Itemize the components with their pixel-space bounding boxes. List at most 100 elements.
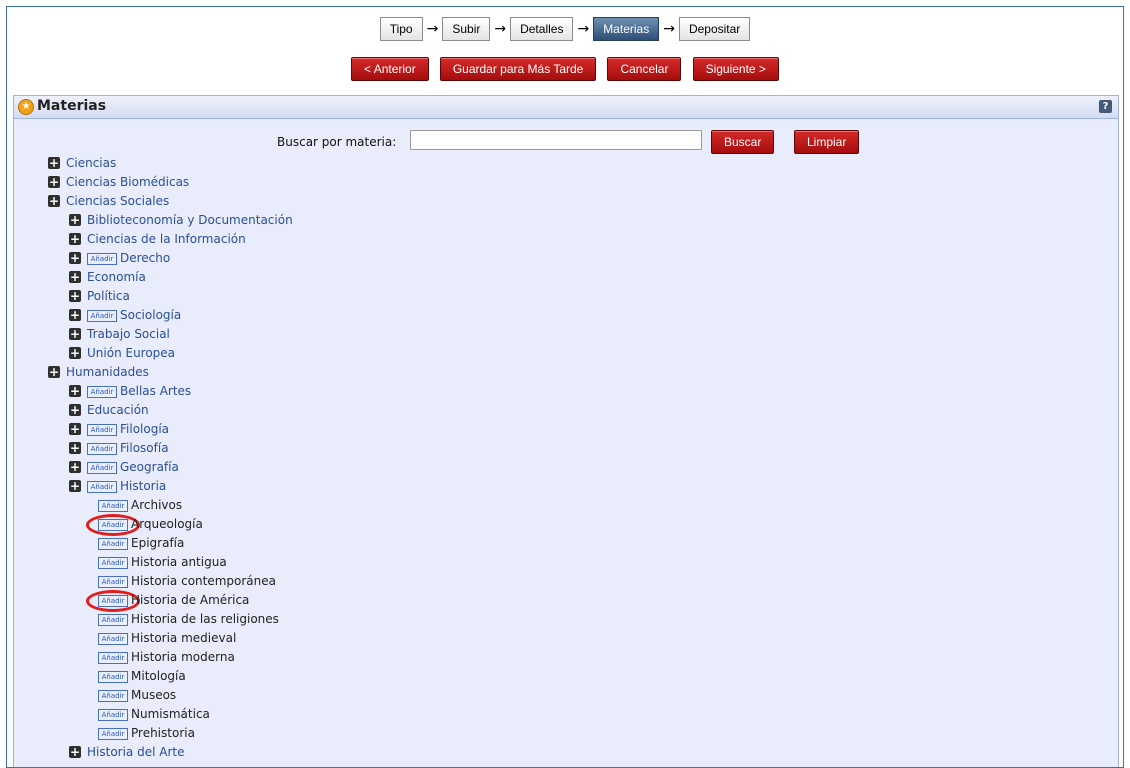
tree-node: Añadir Arqueología <box>14 514 1118 536</box>
help-icon[interactable]: ? <box>1099 100 1112 113</box>
add-subject-button[interactable]: Añadir <box>87 481 117 493</box>
tree-node: + Añadir Historia <box>14 477 1118 496</box>
tree-node-label[interactable]: Historia moderna <box>131 648 235 667</box>
tree-node-label[interactable]: Filología <box>120 420 169 439</box>
tree-node-label[interactable]: Sociología <box>120 306 181 325</box>
expand-icon[interactable]: + <box>69 214 81 226</box>
arrow-right-icon: → <box>426 21 439 37</box>
expand-icon[interactable]: + <box>69 746 81 758</box>
clear-button[interactable]: Limpiar <box>794 130 860 154</box>
tree-node-label[interactable]: Historia medieval <box>131 629 236 648</box>
tree-node-label[interactable]: Filosofía <box>120 439 169 458</box>
expand-icon[interactable]: + <box>69 480 81 492</box>
tree-node-label[interactable]: Archivos <box>131 496 182 515</box>
expand-icon[interactable]: + <box>69 404 81 416</box>
add-subject-button[interactable]: Añadir <box>98 633 128 645</box>
expand-icon[interactable]: + <box>69 347 81 359</box>
step-subir[interactable]: Subir <box>442 17 491 41</box>
add-subject-button[interactable]: Añadir <box>98 690 128 702</box>
tree-node-label[interactable]: Biblioteconomía y Documentación <box>87 211 293 230</box>
tree-node-label[interactable]: Bellas Artes <box>120 382 191 401</box>
tree-node-label[interactable]: Mitología <box>131 667 186 686</box>
step-detalles[interactable]: Detalles <box>510 17 574 41</box>
tree-node-label[interactable]: Derecho <box>120 249 170 268</box>
tree-node-label[interactable]: Humanidades <box>66 363 149 382</box>
add-subject-button[interactable]: Añadir <box>98 671 128 683</box>
save-later-button[interactable]: Guardar para Más Tarde <box>439 57 597 81</box>
tree-node: Añadir Prehistoria <box>14 724 1118 743</box>
add-subject-button[interactable]: Añadir <box>87 462 117 474</box>
expand-icon[interactable]: + <box>69 271 81 283</box>
tree-node: + Humanidades <box>14 363 1118 382</box>
tree-node-label[interactable]: Ciencias Biomédicas <box>66 173 189 192</box>
tree-node-label[interactable]: Educación <box>87 401 149 420</box>
tree-node-label[interactable]: Arqueología <box>131 515 203 534</box>
add-subject-button[interactable]: Añadir <box>98 728 128 740</box>
tree-node-label[interactable]: Historia <box>120 477 166 496</box>
add-subject-button[interactable]: Añadir <box>98 709 128 721</box>
step-materias[interactable]: Materias <box>593 17 660 41</box>
add-subject-button[interactable]: Añadir <box>98 538 128 550</box>
expand-icon[interactable]: + <box>69 328 81 340</box>
tree-node-label[interactable]: Geografía <box>120 458 179 477</box>
expand-icon[interactable]: + <box>69 423 81 435</box>
tree-node: + Unión Europea <box>14 344 1118 363</box>
tree-node-label[interactable]: Historia de las religiones <box>131 610 279 629</box>
tree-node-label[interactable]: Política <box>87 287 130 306</box>
expand-icon[interactable]: + <box>48 157 60 169</box>
tree-node: Añadir Numismática <box>14 705 1118 724</box>
panel-header: ★ Materias ? <box>14 96 1118 119</box>
add-subject-button[interactable]: Añadir <box>98 652 128 664</box>
tree-node-label[interactable]: Ciencias Sociales <box>66 192 169 211</box>
search-button[interactable]: Buscar <box>711 130 775 154</box>
add-subject-button[interactable]: Añadir <box>87 424 117 436</box>
next-button[interactable]: Siguiente > <box>692 57 779 81</box>
expand-icon[interactable]: + <box>69 290 81 302</box>
previous-button[interactable]: < Anterior <box>351 57 429 81</box>
tree-node-label[interactable]: Numismática <box>131 705 210 724</box>
expand-icon[interactable]: + <box>69 309 81 321</box>
arrow-right-icon: → <box>577 21 590 37</box>
add-subject-button[interactable]: Añadir <box>98 500 128 512</box>
tree-node-label[interactable]: Historia antigua <box>131 553 227 572</box>
add-subject-button[interactable]: Añadir <box>87 386 117 398</box>
tree-node-label[interactable]: Museos <box>131 686 176 705</box>
tree-node-label[interactable]: Historia de América <box>131 591 249 610</box>
expand-icon[interactable]: + <box>48 195 60 207</box>
add-subject-button[interactable]: Añadir <box>98 614 128 626</box>
tree-node-label[interactable]: Unión Europea <box>87 344 175 363</box>
tree-node-label[interactable]: Ciencias <box>66 154 116 173</box>
star-icon: ★ <box>18 99 34 115</box>
add-subject-button[interactable]: Añadir <box>98 576 128 588</box>
step-depositar[interactable]: Depositar <box>678 17 751 41</box>
subjects-panel: ★ Materias ? Buscar por materia: Buscar … <box>13 95 1119 767</box>
add-subject-button[interactable]: Añadir <box>87 310 117 322</box>
tree-node-label[interactable]: Ciencias de la Información <box>87 230 246 249</box>
tree-node: + Añadir Geografía <box>14 458 1118 477</box>
search-input[interactable] <box>410 130 702 150</box>
expand-icon[interactable]: + <box>69 252 81 264</box>
action-bar: < Anterior Guardar para Más Tarde Cancel… <box>7 57 1123 81</box>
add-subject-button[interactable]: Añadir <box>87 253 117 265</box>
add-subject-button[interactable]: Añadir <box>87 443 117 455</box>
panel-title: Materias <box>37 98 107 114</box>
tree-node-label[interactable]: Epigrafía <box>131 534 184 553</box>
step-tipo[interactable]: Tipo <box>379 17 423 41</box>
expand-icon[interactable]: + <box>69 442 81 454</box>
tree-node-label[interactable]: Prehistoria <box>131 724 195 743</box>
expand-icon[interactable]: + <box>48 366 60 378</box>
tree-node-label[interactable]: Trabajo Social <box>87 325 170 344</box>
tree-node-label[interactable]: Historia del Arte <box>87 743 184 762</box>
tree-node-label[interactable]: Economía <box>87 268 146 287</box>
expand-icon[interactable]: + <box>69 461 81 473</box>
tree-node: Añadir Historia moderna <box>14 648 1118 667</box>
cancel-button[interactable]: Cancelar <box>607 57 682 81</box>
tree-node: + Biblioteconomía y Documentación <box>14 211 1118 230</box>
expand-icon[interactable]: + <box>48 176 60 188</box>
expand-icon[interactable]: + <box>69 233 81 245</box>
tree-node: + Economía <box>14 268 1118 287</box>
add-subject-button[interactable]: Añadir <box>98 557 128 569</box>
tree-node: + Ciencias de la Información <box>14 230 1118 249</box>
expand-icon[interactable]: + <box>69 385 81 397</box>
tree-node-label[interactable]: Historia contemporánea <box>131 572 276 591</box>
